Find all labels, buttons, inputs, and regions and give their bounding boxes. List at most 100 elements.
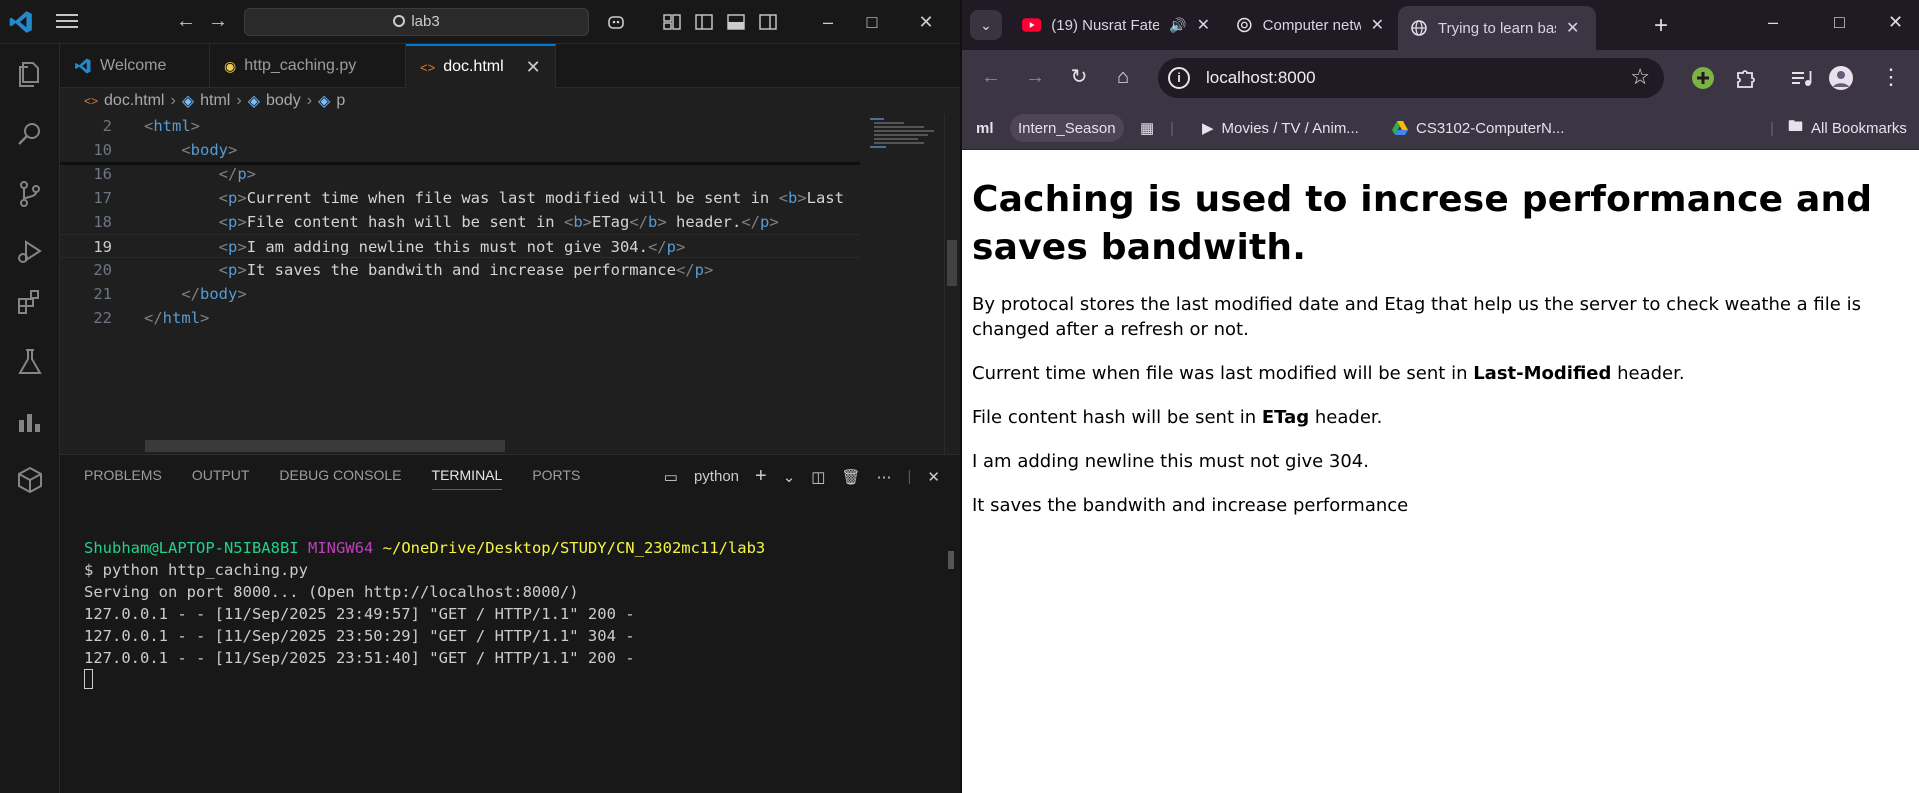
breadcrumb-html[interactable]: html: [200, 92, 230, 110]
forward-icon[interactable]: →: [1022, 64, 1048, 90]
minimize-icon[interactable]: –: [1768, 12, 1778, 33]
terminal-shell-label[interactable]: python: [694, 468, 739, 485]
tab-doc-html[interactable]: <> doc.html ✕: [406, 44, 556, 88]
chevron-down-icon[interactable]: ⌄: [970, 10, 1002, 40]
forward-arrow-icon[interactable]: →: [208, 10, 228, 33]
paragraph: It saves the bandwith and increase perfo…: [972, 495, 1409, 516]
back-icon[interactable]: ←: [978, 64, 1004, 90]
close-tab-icon[interactable]: ✕: [1371, 15, 1384, 35]
browser-tab-active[interactable]: Trying to learn basics ✕: [1398, 6, 1596, 50]
remote-explorer-icon[interactable]: [14, 464, 46, 496]
more-actions-icon[interactable]: ⋯: [877, 468, 892, 486]
profile-avatar[interactable]: [1828, 65, 1854, 91]
new-tab-icon[interactable]: +: [1654, 12, 1668, 40]
breadcrumb-file[interactable]: doc.html: [104, 92, 164, 110]
bookmark-course[interactable]: CS3102-ComputerN...: [1384, 114, 1572, 142]
address-bar[interactable]: i localhost:8000 ☆: [1158, 58, 1664, 98]
editor-scrollbar[interactable]: [944, 114, 958, 454]
close-tab-icon[interactable]: ✕: [526, 57, 541, 78]
close-tab-icon[interactable]: ✕: [1197, 15, 1210, 35]
more-menu-icon[interactable]: ⋮: [1878, 64, 1904, 90]
toggle-primary-sidebar-icon[interactable]: [694, 12, 714, 32]
code-line[interactable]: 18 <p>File content hash will be sent in …: [60, 210, 860, 234]
tab-http-caching[interactable]: ◉ http_caching.py: [210, 44, 406, 88]
toggle-secondary-sidebar-icon[interactable]: [758, 12, 778, 32]
tab-label: Trying to learn basics: [1438, 19, 1556, 37]
close-window-icon[interactable]: ✕: [1888, 12, 1903, 33]
testing-icon[interactable]: [14, 346, 46, 378]
close-panel-icon[interactable]: ✕: [927, 468, 940, 486]
code-text: </p>: [218, 165, 257, 183]
breadcrumb-body[interactable]: body: [266, 92, 301, 110]
bold-text: ETag: [1261, 407, 1310, 428]
code-line[interactable]: 16 </p>: [60, 162, 860, 186]
new-terminal-icon[interactable]: +: [755, 465, 767, 488]
search-sidebar-icon[interactable]: [14, 118, 46, 150]
chevron-down-icon[interactable]: ⌄: [783, 468, 796, 486]
back-arrow-icon[interactable]: ←: [176, 10, 196, 33]
code-line[interactable]: 22 </html>: [60, 306, 860, 330]
menu-icon[interactable]: [56, 14, 78, 30]
all-bookmarks[interactable]: 🖿 All Bookmarks: [1780, 114, 1915, 142]
code-line[interactable]: 10 <body>: [60, 138, 860, 162]
apps-grid-icon[interactable]: ▦: [1132, 114, 1162, 142]
tab-ports[interactable]: PORTS: [532, 467, 580, 490]
tab-welcome[interactable]: Welcome: [60, 44, 210, 88]
scrollbar-thumb[interactable]: [947, 240, 957, 286]
close-tab-icon[interactable]: ✕: [1566, 18, 1579, 38]
maximize-icon[interactable]: □: [858, 8, 886, 36]
code-line[interactable]: 19 <p>I am adding newline this must not …: [60, 234, 860, 258]
tab-output[interactable]: OUTPUT: [192, 467, 250, 490]
speaker-icon[interactable]: 🔊: [1169, 17, 1186, 34]
run-debug-icon[interactable]: [14, 236, 46, 268]
reload-icon[interactable]: ↻: [1066, 64, 1092, 90]
close-window-icon[interactable]: ✕: [912, 8, 940, 36]
code-editor[interactable]: 2 <html> 10 <body> 16 </p> 17 <p>Current tim…: [60, 114, 860, 454]
browser-tab-chatgpt[interactable]: Computer networks ✕: [1224, 8, 1396, 42]
terminal-output[interactable]: Shubham@LAPTOP-N5IBA8BI MINGW64 ~/OneDri…: [84, 537, 765, 691]
maximize-icon[interactable]: □: [1834, 12, 1845, 33]
breadcrumb: <> doc.html › ◈ html › ◈ body › ◈ p: [60, 88, 960, 114]
extensions-puzzle-icon[interactable]: [1732, 65, 1758, 91]
bookmark-movies[interactable]: ▶ Movies / TV / Anim...: [1194, 114, 1367, 142]
code-line[interactable]: 21 </body>: [60, 282, 860, 306]
code-line[interactable]: 2 <html>: [60, 114, 860, 138]
copilot-icon[interactable]: [606, 12, 626, 32]
home-icon[interactable]: ⌂: [1110, 64, 1136, 90]
command-center-search[interactable]: lab3: [244, 8, 589, 36]
code-text: <html>: [144, 117, 201, 135]
minimize-icon[interactable]: –: [814, 8, 842, 36]
minimap[interactable]: [860, 114, 944, 454]
line-number: 2: [102, 117, 112, 135]
extensions-icon[interactable]: [14, 286, 46, 318]
media-controls-icon[interactable]: [1788, 65, 1814, 91]
tab-problems[interactable]: PROBLEMS: [84, 467, 162, 490]
bookmark-intern-season[interactable]: Intern_Season: [1010, 114, 1124, 142]
code-line[interactable]: 17 <p>Current time when file was last mo…: [60, 186, 860, 210]
terminal-shell-icon: ▭: [663, 468, 678, 486]
customize-layout-icon[interactable]: [662, 12, 682, 32]
element-icon: ◈: [247, 93, 260, 110]
charts-icon[interactable]: [14, 406, 46, 438]
breadcrumb-p[interactable]: p: [336, 92, 345, 110]
line-number: 18: [93, 213, 112, 231]
bookmark-ml[interactable]: ml: [968, 114, 1002, 142]
code-text: <p>It saves the bandwith and increase pe…: [218, 261, 714, 279]
terminal-line: 127.0.0.1 - - [11/Sep/2025 23:51:40] "GE…: [84, 649, 635, 667]
site-info-icon[interactable]: i: [1168, 67, 1190, 89]
terminal-scrollbar[interactable]: [948, 551, 954, 569]
extension-green-icon[interactable]: [1690, 65, 1716, 91]
tab-terminal[interactable]: TERMINAL: [431, 467, 503, 490]
toggle-panel-icon[interactable]: [726, 12, 746, 32]
source-control-icon[interactable]: [14, 178, 46, 210]
trash-icon[interactable]: 🗑: [841, 468, 860, 486]
explorer-icon[interactable]: [14, 58, 46, 90]
tab-debug-console[interactable]: DEBUG CONSOLE: [279, 467, 401, 490]
element-icon: ◈: [181, 93, 195, 110]
split-terminal-icon[interactable]: ◫: [811, 468, 825, 486]
horizontal-scrollbar[interactable]: [145, 440, 505, 452]
browser-tab-youtube[interactable]: (19) Nusrat Fateh Ali Khan 🔊 ✕: [1010, 8, 1222, 42]
code-line[interactable]: 20 <p>It saves the bandwith and increase…: [60, 258, 860, 282]
bookmark-star-icon[interactable]: ☆: [1630, 64, 1650, 90]
vscode-window: ← → lab3 – □ ✕ Welcome ◉ http_caching.py: [0, 0, 960, 793]
